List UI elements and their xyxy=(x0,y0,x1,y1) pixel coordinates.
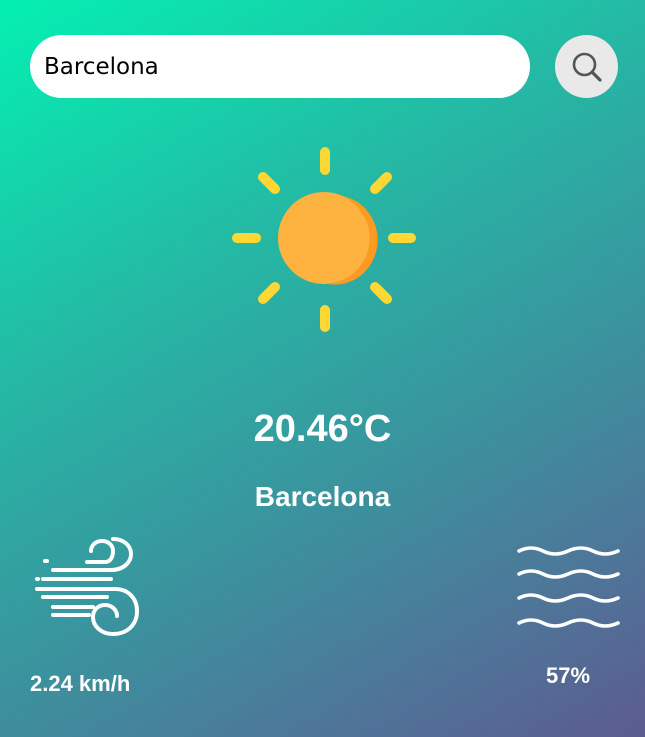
search-input[interactable] xyxy=(30,35,530,98)
humidity-icon xyxy=(517,546,620,628)
city-name: Barcelona xyxy=(254,481,391,512)
temperature: 20.46°C xyxy=(253,408,392,450)
wind-icon xyxy=(35,537,140,637)
sun-icon xyxy=(232,147,416,332)
humidity-value: 57% xyxy=(545,663,591,688)
wind-speed: 2.24 km/h xyxy=(30,671,131,696)
search-button[interactable] xyxy=(555,35,618,98)
weather-app: 20.46°C Barcelona 2.24 km/h 57% xyxy=(0,0,645,737)
search-icon xyxy=(572,52,602,82)
